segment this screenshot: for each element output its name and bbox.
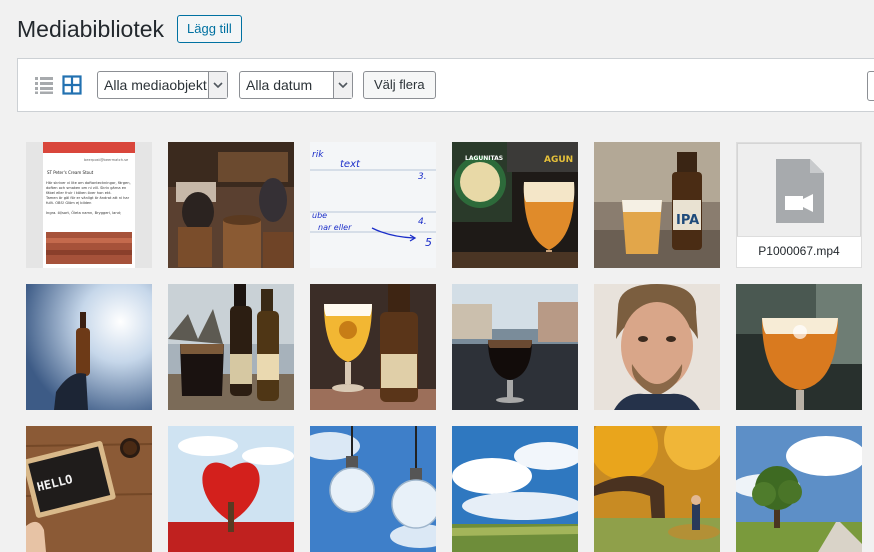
search-input[interactable] <box>867 71 874 101</box>
whiteboard-text: rik <box>312 150 324 160</box>
sign-text: LAGUNITAS <box>465 155 503 162</box>
media-item[interactable] <box>168 284 294 410</box>
media-type-filter[interactable]: Alla mediaobjekt <box>97 71 228 99</box>
date-filter[interactable]: Alla datum <box>239 71 353 99</box>
whiteboard-text: ube <box>312 211 327 220</box>
whiteboard-text: 3. <box>418 172 427 182</box>
media-item[interactable] <box>168 426 294 552</box>
media-item[interactable] <box>26 284 152 410</box>
whiteboard-text: nar eller <box>318 223 352 232</box>
whiteboard-text: 5 <box>425 236 432 249</box>
bulk-select-button[interactable]: Välj flera <box>363 71 436 99</box>
media-item[interactable] <box>168 142 294 268</box>
whiteboard-text: 4. <box>418 217 427 227</box>
email-body-text: Här skriver vi lite om doftanteckningar,… <box>46 181 131 195</box>
chevron-down-icon <box>208 72 227 98</box>
media-item[interactable]: IPA <box>594 142 720 268</box>
email-body-text: Tamen är gäl för er vänligt är ändrat at… <box>46 196 130 205</box>
grid-view-icon[interactable] <box>62 75 82 95</box>
page-title: Mediabibliotek <box>17 16 165 42</box>
media-item[interactable] <box>736 284 862 410</box>
sign-text: AGUN <box>544 155 573 165</box>
video-file-icon <box>776 159 824 223</box>
media-item-video[interactable]: P1000067.mp4 <box>736 142 862 268</box>
list-view-icon[interactable] <box>34 75 54 95</box>
media-item[interactable] <box>736 426 862 552</box>
media-item[interactable]: HELLO <box>26 426 152 552</box>
media-item[interactable] <box>452 284 578 410</box>
media-item[interactable] <box>310 284 436 410</box>
media-item[interactable] <box>452 426 578 552</box>
media-item[interactable]: beerpost@beermatch.se ST Peter's Cream S… <box>26 142 152 268</box>
whiteboard-text: text <box>340 159 361 170</box>
media-item[interactable] <box>310 426 436 552</box>
media-item[interactable]: rik text 3. 4. 5 ube nar eller <box>310 142 436 268</box>
chevron-down-icon <box>333 72 352 98</box>
email-body-text: Ingra. öl/sort, Öleta namn, Bryggeri, la… <box>46 211 122 215</box>
media-type-filter-value: Alla mediaobjekt <box>104 77 207 93</box>
media-item[interactable] <box>594 284 720 410</box>
add-new-button[interactable]: Lägg till <box>177 15 242 43</box>
media-item[interactable] <box>594 426 720 552</box>
media-toolbar: Alla mediaobjekt Alla datum Välj flera <box>17 58 874 112</box>
media-item[interactable]: LAGUNITAS AGUN <box>452 142 578 268</box>
date-filter-value: Alla datum <box>246 77 313 93</box>
email-subject-text: ST Peter's Cream Stout <box>47 170 94 175</box>
label-text: IPA <box>676 213 699 228</box>
file-name: P1000067.mp4 <box>737 236 861 267</box>
email-sender-text: beerpost@beermatch.se <box>84 158 129 162</box>
